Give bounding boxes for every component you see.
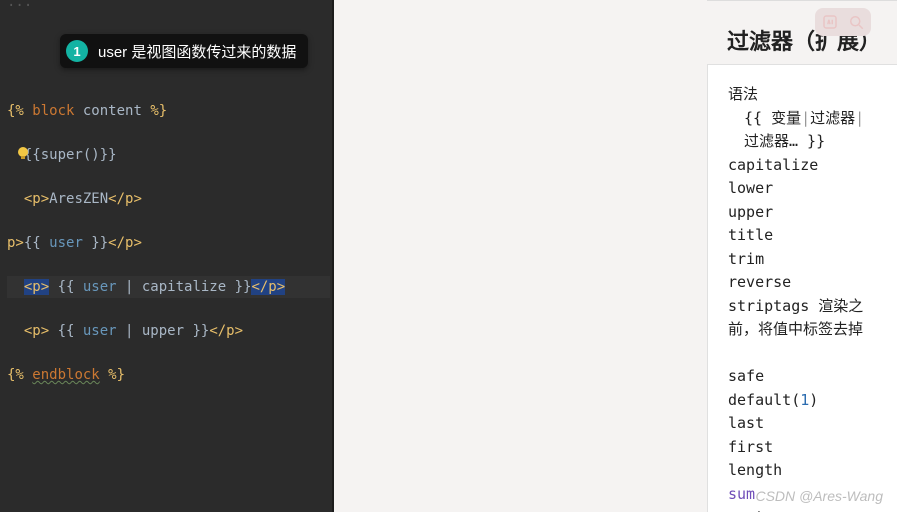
filter-name: default(1)	[728, 389, 877, 413]
syntax-label: 语法	[728, 83, 877, 107]
code-line: p>{{ user }}</p>	[7, 232, 330, 254]
filter-name: length	[728, 459, 877, 483]
filter-name: capitalize	[728, 154, 877, 178]
collapsed-line-ellipsis: ...	[7, 0, 32, 10]
filter-name: reverse	[728, 271, 877, 295]
annotation-tooltip: 1 user 是视图函数传过来的数据	[60, 34, 308, 68]
toolbar-actions[interactable]	[815, 8, 871, 36]
code-line: {% block content %}	[7, 100, 330, 122]
filter-name: sort	[728, 506, 877, 512]
document-panel: 过滤器（扩展） 语法 {{ 变量|过滤器|过滤器… }} capitalize …	[334, 0, 897, 512]
filter-name: first	[728, 436, 877, 460]
annotation-text: user 是视图函数传过来的数据	[98, 41, 296, 62]
filter-name: lower	[728, 177, 877, 201]
code-line-selected: <p> {{ user | capitalize }}</p>	[7, 276, 330, 298]
lightbulb-icon[interactable]	[15, 145, 31, 161]
filter-name: last	[728, 412, 877, 436]
blank-line	[728, 342, 877, 366]
code-area[interactable]: {% block content %} {{super()}} <p>AresZ…	[7, 78, 330, 430]
filter-name: upper	[728, 201, 877, 225]
filter-name: striptags 渲染之前，将值中标签去掉	[728, 295, 877, 342]
annotation-badge: 1	[66, 40, 88, 62]
filter-name: title	[728, 224, 877, 248]
code-line: <p>AresZEN</p>	[7, 188, 330, 210]
code-line: {{super()}}	[7, 144, 330, 166]
search-icon	[846, 12, 866, 32]
document-body: 语法 {{ 变量|过滤器|过滤器… }} capitalize lower up…	[707, 64, 897, 512]
filter-name: safe	[728, 365, 877, 389]
code-line: <p> {{ user | upper }}</p>	[7, 320, 330, 342]
syntax-line: {{ 变量|过滤器|过滤器… }}	[728, 107, 877, 154]
filter-name: trim	[728, 248, 877, 272]
ai-icon	[820, 12, 840, 32]
watermark: CSDN @Ares-Wang	[755, 488, 883, 504]
code-editor-panel: ... 1 user 是视图函数传过来的数据 {% block content …	[0, 0, 334, 512]
document-text: 语法 {{ 变量|过滤器|过滤器… }} capitalize lower up…	[708, 65, 897, 512]
code-line: {% endblock %}	[7, 364, 330, 386]
